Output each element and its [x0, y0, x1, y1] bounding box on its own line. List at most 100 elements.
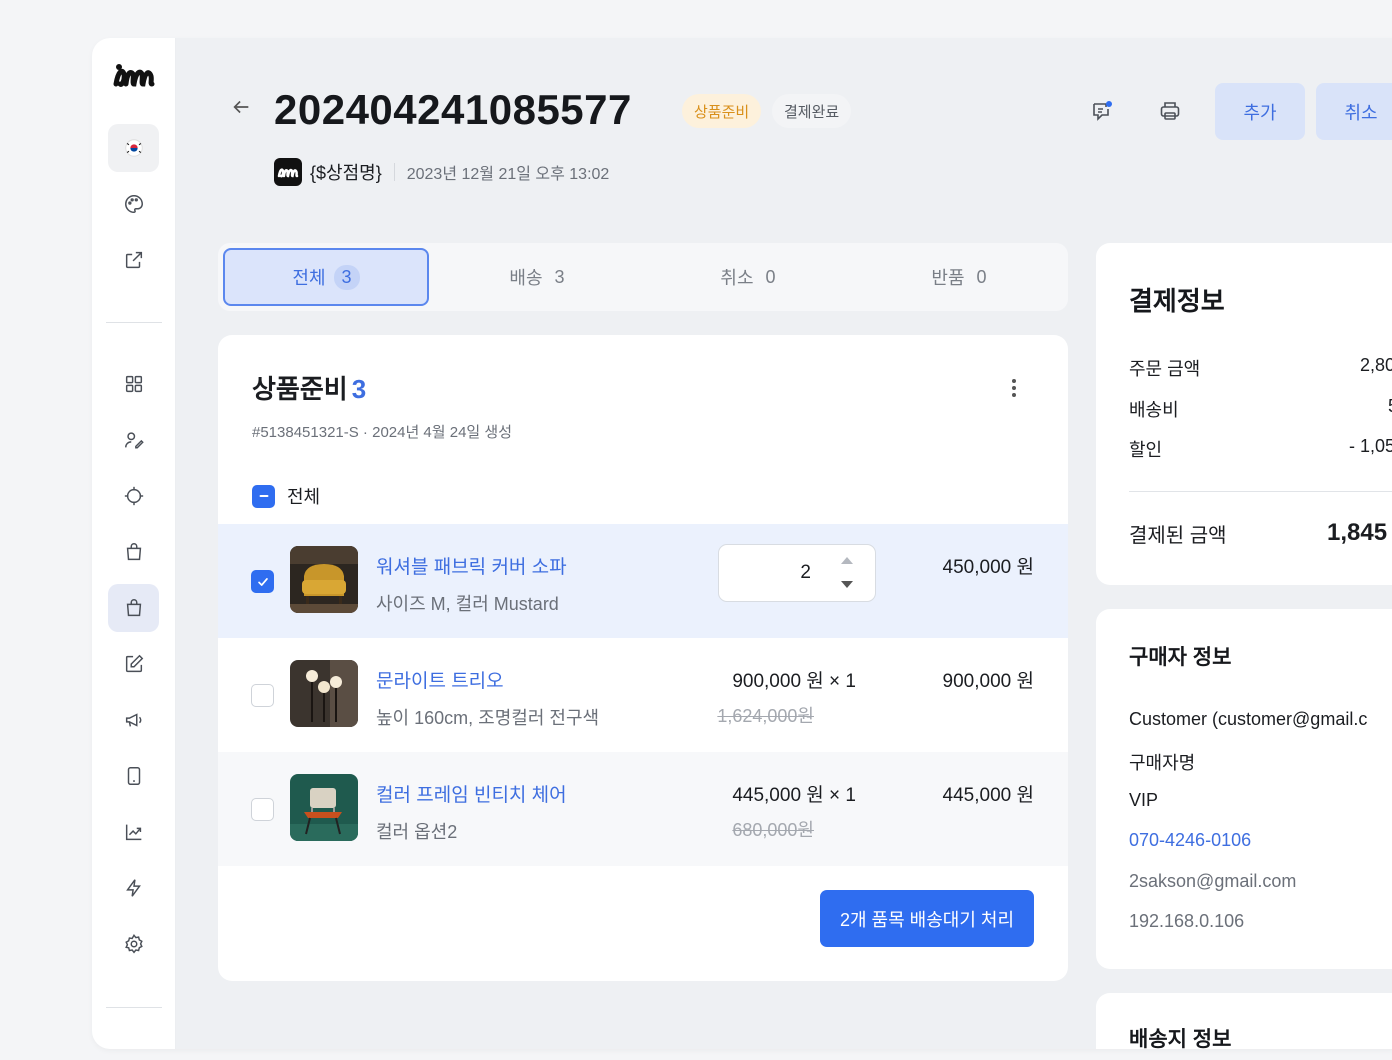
cancel-button[interactable]: 취소 — [1316, 83, 1392, 140]
order-date: 2023년 12월 21일 오후 13:02 — [406, 166, 610, 183]
crosshair-icon[interactable] — [108, 472, 159, 520]
product-image-lamp — [290, 660, 358, 727]
user-edit-icon[interactable] — [108, 416, 159, 464]
decrement-arrow-icon[interactable] — [841, 581, 853, 588]
tab-label: 반품 — [931, 268, 965, 288]
external-link-icon[interactable] — [108, 236, 159, 284]
store-name: {$상점명} — [310, 163, 382, 183]
quantity-stepper[interactable]: 2 — [718, 544, 876, 602]
add-button[interactable]: 추가 — [1215, 83, 1305, 140]
item-checkbox[interactable] — [251, 798, 274, 821]
paid-amount-value: 1,845 — [1327, 519, 1388, 546]
product-name-link[interactable]: 컬러 프레임 빈티치 체어 — [376, 780, 567, 807]
more-options-icon[interactable] — [1004, 375, 1024, 401]
original-price: 1,624,000원 — [717, 706, 814, 726]
store-logo-icon — [274, 158, 302, 186]
item-checkbox[interactable] — [251, 684, 274, 707]
buyer-name: 구매자명 — [1129, 753, 1196, 773]
tab-count: 0 — [976, 266, 987, 287]
buyer-ip: 192.168.0.106 — [1129, 911, 1245, 931]
megaphone-icon[interactable] — [108, 696, 159, 744]
line-total: 450,000 원 — [942, 557, 1034, 578]
orders-bag-icon[interactable] — [108, 584, 159, 632]
product-option: 컬러 옵션2 — [376, 822, 458, 842]
divider — [393, 163, 395, 181]
tab-shipping[interactable]: 배송 3 — [434, 248, 640, 306]
select-all-label: 전체 — [287, 487, 321, 507]
shipping-fee-label: 배송비 — [1129, 400, 1179, 420]
buyer-email: 2sakson@gmail.com — [1129, 871, 1297, 891]
sidebar-divider — [106, 1007, 162, 1008]
order-number-title: 202404241085577 — [274, 86, 632, 133]
tab-count: 0 — [765, 266, 776, 287]
tab-label: 취소 — [720, 268, 754, 288]
card-title-label: 상품준비 — [252, 374, 348, 404]
original-price: 680,000원 — [732, 820, 814, 840]
tab-label: 전체 — [292, 268, 326, 288]
product-name-link[interactable]: 워셔블 패브릭 커버 소파 — [376, 552, 567, 579]
tab-return[interactable]: 반품 0 — [856, 248, 1062, 306]
line-total: 900,000 원 — [942, 671, 1034, 692]
sidebar-divider — [106, 322, 162, 323]
tab-count: 3 — [554, 266, 565, 287]
order-amount-value: 2,80 — [1360, 355, 1392, 375]
divider — [1129, 491, 1392, 492]
brand-logo[interactable] — [112, 62, 156, 90]
panel-title: 구매자 정보 — [1129, 646, 1232, 669]
ship-ready-button[interactable]: 2개 품목 배송대기 처리 — [820, 890, 1034, 947]
card-meta: #5138451321-S · 2024년 4월 24일 생성 — [252, 424, 512, 441]
product-option: 높이 160cm, 조명컬러 전구색 — [376, 708, 600, 728]
print-icon[interactable] — [1153, 94, 1187, 128]
palette-icon[interactable] — [108, 180, 159, 228]
grid-icon[interactable] — [108, 360, 159, 408]
panel-title: 배송지 정보 — [1129, 1028, 1232, 1049]
table-row: 워셔블 패브릭 커버 소파 사이즈 M, 컬러 Mustard 2 450,00… — [218, 524, 1068, 638]
tab-label: 배송 — [509, 268, 543, 288]
tab-cancel[interactable]: 취소 0 — [645, 248, 851, 306]
shipping-info-panel: 배송지 정보 — [1096, 993, 1392, 1049]
shipping-fee-value: 5 — [1388, 396, 1392, 417]
customer-account: Customer (customer@gmail.c — [1129, 709, 1368, 729]
item-checkbox[interactable] — [251, 570, 274, 593]
buyer-phone-link[interactable]: 070-4246-0106 — [1129, 830, 1251, 851]
product-option: 사이즈 M, 컬러 Mustard — [376, 594, 559, 614]
chart-icon[interactable] — [108, 808, 159, 856]
product-image-sofa — [290, 546, 358, 613]
discount-label: 할인 — [1129, 440, 1163, 460]
discount-value: - 1,05 — [1349, 436, 1392, 456]
tab-count: 3 — [333, 264, 360, 290]
panel-title: 결제정보 — [1129, 286, 1225, 316]
mobile-icon[interactable] — [108, 752, 159, 800]
card-title-count: 3 — [351, 374, 367, 404]
edit-icon[interactable] — [108, 640, 159, 688]
buyer-info-panel: 구매자 정보 Customer (customer@gmail.c 구매자명 V… — [1096, 609, 1392, 969]
select-all-checkbox[interactable] — [252, 484, 275, 508]
status-badge: 상품준비 — [682, 94, 762, 128]
payment-status-badge: 결제완료 — [772, 94, 852, 128]
unit-price: 900,000 원 × 1 — [732, 671, 856, 692]
status-tabs: 전체 3 배송 3 취소 0 반품 0 — [218, 243, 1068, 311]
line-total: 445,000 원 — [942, 785, 1034, 806]
back-arrow-icon[interactable] — [230, 96, 252, 118]
payment-info-panel: 결제정보 주문 금액 2,80 배송비 5 할인 - 1,05 결제된 금액 1… — [1096, 243, 1392, 585]
increment-arrow-icon[interactable] — [841, 557, 853, 564]
card-title: 상품준비 3 — [252, 369, 366, 406]
quantity-value[interactable]: 2 — [800, 562, 811, 584]
table-row: 컬러 프레임 빈티치 체어 컬러 옵션2 445,000 원 × 1 680,0… — [218, 752, 1068, 866]
app-window: 202404241085577 상품준비 결제완료 {$상점명} 2023년 1… — [92, 38, 1392, 1049]
product-name-link[interactable]: 문라이트 트리오 — [376, 666, 504, 693]
select-all[interactable]: 전체 — [252, 483, 320, 509]
gear-icon[interactable] — [108, 920, 159, 968]
unit-price: 445,000 원 × 1 — [732, 785, 856, 806]
bolt-icon[interactable] — [108, 864, 159, 912]
memo-icon[interactable] — [1085, 94, 1119, 128]
sidebar — [92, 38, 176, 1049]
paid-amount-label: 결제된 금액 — [1129, 525, 1227, 547]
language-flag-icon[interactable] — [108, 124, 159, 172]
customer-grade: VIP — [1129, 790, 1159, 810]
order-amount-label: 주문 금액 — [1129, 359, 1201, 379]
product-image-chair — [290, 774, 358, 841]
shopping-bag-icon[interactable] — [108, 528, 159, 576]
store-info: {$상점명} 2023년 12월 21일 오후 13:02 — [274, 158, 609, 186]
tab-all[interactable]: 전체 3 — [223, 248, 429, 306]
